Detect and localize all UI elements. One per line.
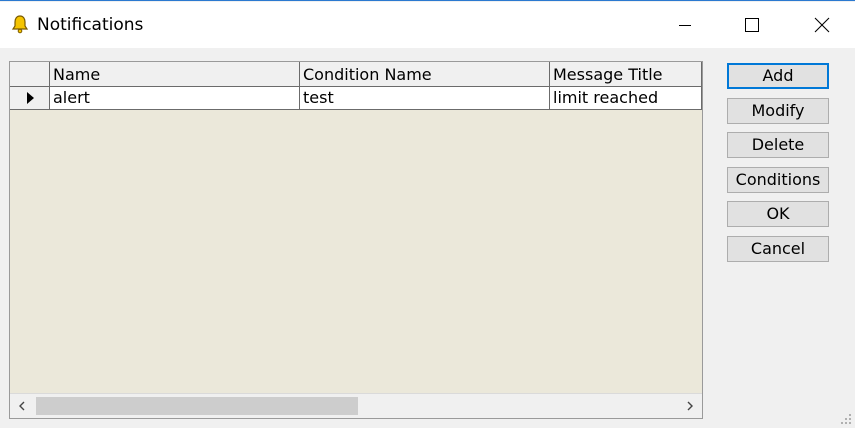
scroll-thumb[interactable]: [36, 397, 358, 415]
maximize-button[interactable]: [729, 2, 775, 48]
column-header-name[interactable]: Name: [50, 62, 300, 86]
add-button[interactable]: Add: [727, 63, 829, 89]
notifications-grid[interactable]: Name Condition Name Message Title alert …: [9, 61, 703, 419]
resize-grip-icon[interactable]: [840, 413, 852, 425]
chevron-right-icon: [687, 401, 693, 411]
ok-button[interactable]: OK: [727, 201, 829, 227]
close-button[interactable]: [799, 2, 845, 48]
close-icon: [814, 17, 830, 33]
corner-header-cell[interactable]: [10, 62, 50, 86]
scroll-right-button[interactable]: [678, 394, 702, 418]
window-title: Notifications: [37, 15, 144, 35]
cancel-button[interactable]: Cancel: [727, 236, 829, 262]
scroll-left-button[interactable]: [10, 394, 34, 418]
current-row-arrow-icon: [27, 92, 34, 104]
notifications-dialog: Notifications Name Condition Name Messag…: [0, 0, 855, 428]
modify-button[interactable]: Modify: [727, 98, 829, 124]
cell-name[interactable]: alert: [50, 87, 300, 109]
title-bar[interactable]: Notifications: [0, 2, 855, 48]
row-header[interactable]: [10, 87, 50, 109]
horizontal-scrollbar[interactable]: [10, 393, 702, 418]
maximize-icon: [745, 18, 759, 32]
column-header-condition-name[interactable]: Condition Name: [300, 62, 550, 86]
cell-condition-name[interactable]: test: [300, 87, 550, 109]
table-row[interactable]: alert test limit reached: [10, 87, 702, 110]
bell-icon: [10, 14, 30, 34]
delete-button[interactable]: Delete: [727, 132, 829, 158]
minimize-icon: [679, 25, 691, 26]
conditions-button[interactable]: Conditions: [727, 167, 829, 193]
cell-message-title[interactable]: limit reached: [550, 87, 702, 109]
column-header-message-title[interactable]: Message Title: [550, 62, 702, 86]
minimize-button[interactable]: [662, 2, 708, 48]
chevron-left-icon: [19, 401, 25, 411]
grid-header: Name Condition Name Message Title: [10, 62, 702, 87]
